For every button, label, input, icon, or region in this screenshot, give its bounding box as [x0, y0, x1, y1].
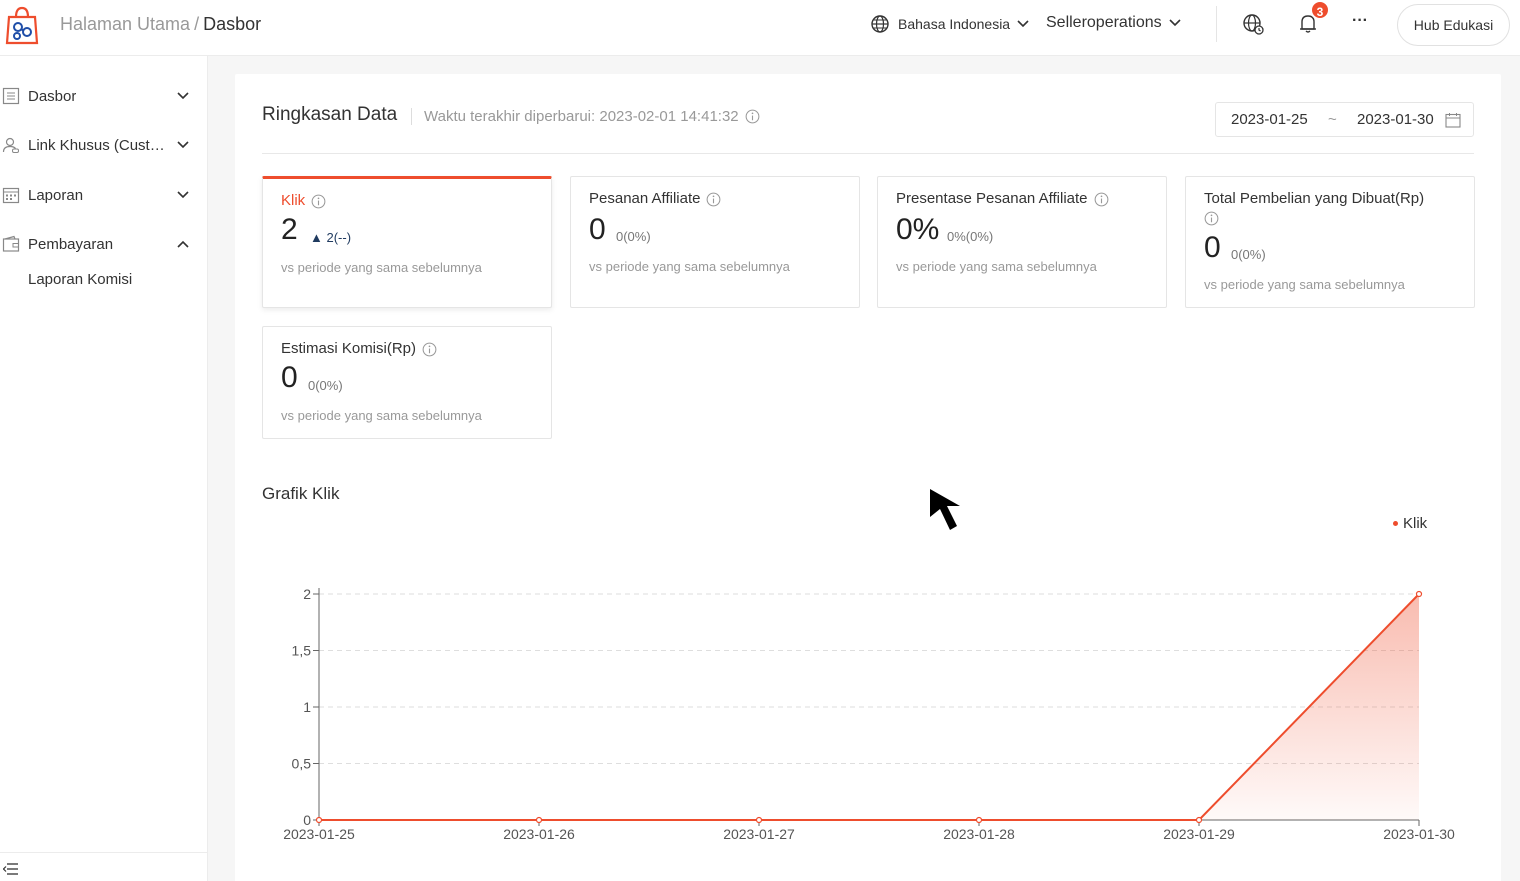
- sidebar-item-label: Link Khusus (Custom Link): [28, 136, 168, 154]
- data-point: [535, 816, 543, 824]
- x-tick-label: 2023-01-26: [503, 826, 575, 842]
- more-menu-icon[interactable]: ···: [1352, 12, 1368, 30]
- user-link-icon: [2, 137, 19, 153]
- top-header: Halaman Utama / Dasbor Bahasa Indonesia Se…: [0, 0, 1520, 56]
- collapse-menu-icon[interactable]: [3, 863, 19, 875]
- x-tick-label: 2023-01-30: [1383, 826, 1455, 842]
- header-divider: [1216, 6, 1217, 42]
- chevron-up-icon: [177, 240, 189, 248]
- list-icon: [2, 87, 20, 105]
- wallet-icon: [2, 235, 20, 252]
- chevron-down-icon: [177, 141, 189, 149]
- main-content: Ringkasan Data Waktu terakhir diperbarui…: [235, 74, 1501, 881]
- chevron-down-icon: [177, 191, 189, 199]
- breadcrumb: Halaman Utama / Dasbor: [60, 14, 261, 35]
- sidebar-item-link-khusus[interactable]: Link Khusus (Custom Link): [0, 129, 208, 161]
- shop-name: Selleroperations: [1046, 14, 1162, 31]
- y-tick-label: 2: [303, 586, 311, 602]
- shopee-affiliate-logo[interactable]: [3, 5, 41, 45]
- sidebar-item-pembayaran[interactable]: Pembayaran: [0, 228, 208, 260]
- data-point: [1415, 590, 1423, 598]
- y-tick-label: 1: [303, 699, 311, 715]
- x-tick-label: 2023-01-29: [1163, 826, 1235, 842]
- language-label: Bahasa Indonesia: [898, 16, 1011, 32]
- data-point: [1195, 816, 1203, 824]
- data-point: [315, 816, 323, 824]
- sidebar-item-label: Laporan: [28, 186, 84, 204]
- hub-edukasi-button[interactable]: Hub Edukasi: [1397, 4, 1510, 46]
- mouse-cursor-icon: [930, 489, 960, 530]
- click-chart: 00,511,522023-01-25 2023-01-26 2023-01-27 2…: [283, 586, 1455, 842]
- x-tick-label: 2023-01-28: [943, 826, 1015, 842]
- x-tick-label: 2023-01-27: [723, 826, 795, 842]
- sidebar-item-laporan[interactable]: Laporan: [0, 179, 208, 211]
- notification-badge: 3: [1310, 0, 1330, 20]
- breadcrumb-separator: /: [194, 14, 200, 34]
- breadcrumb-current: Dasbor: [203, 14, 262, 34]
- sidebar-footer: [0, 852, 208, 881]
- breadcrumb-home[interactable]: Halaman Utama: [60, 14, 190, 34]
- language-selector[interactable]: Bahasa Indonesia: [870, 14, 1029, 34]
- chevron-down-icon: [1017, 20, 1029, 28]
- sidebar: Dasbor Link Khusus (Custom Link) Laporan…: [0, 56, 208, 881]
- x-tick-label: 2023-01-25: [283, 826, 355, 842]
- y-tick-label: 0,5: [292, 756, 312, 772]
- sidebar-subitem-laporan-komisi[interactable]: Laporan Komisi: [28, 271, 132, 288]
- sidebar-item-label: Dasbor: [28, 87, 77, 105]
- chevron-down-icon: [1169, 19, 1181, 27]
- sidebar-item-dasbor[interactable]: Dasbor: [0, 80, 208, 112]
- calendar-grid-icon: [2, 187, 20, 204]
- data-point: [975, 816, 983, 824]
- globe-settings-icon[interactable]: [1241, 12, 1265, 36]
- shop-selector[interactable]: Selleroperations: [1046, 14, 1181, 32]
- data-point: [755, 816, 763, 824]
- y-tick-label: 1,5: [292, 643, 312, 659]
- chevron-down-icon: [177, 92, 189, 100]
- sidebar-item-label: Pembayaran: [28, 235, 114, 253]
- globe-icon: [871, 15, 889, 33]
